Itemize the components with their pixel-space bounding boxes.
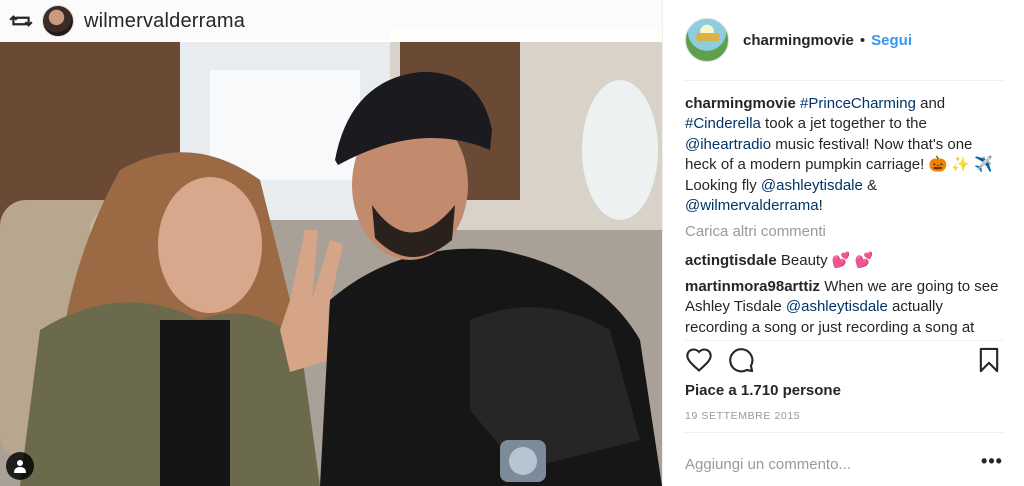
header-separator: •: [859, 31, 866, 49]
author-avatar[interactable]: [685, 18, 729, 62]
heart-icon[interactable]: [685, 346, 713, 374]
hashtag-link[interactable]: #Cinderella: [685, 115, 761, 132]
caption-text: !: [818, 197, 823, 215]
comment-author[interactable]: martinmora98arttiz: [685, 278, 820, 295]
post-date: 19 SETTEMBRE 2015: [685, 410, 801, 422]
comment-divider: [685, 432, 1003, 433]
comment-author[interactable]: actingtisdale: [685, 252, 777, 269]
post-header: charmingmovie • Segui: [685, 14, 1003, 66]
mention-link[interactable]: @wilmervalderrama: [685, 197, 819, 214]
comment-item: martinmora98arttiz When we are going to …: [685, 277, 1001, 337]
mention-link[interactable]: @iheartradio: [685, 136, 771, 153]
mention-link[interactable]: @ashleytisdale: [786, 298, 888, 315]
follow-button[interactable]: Segui: [871, 32, 912, 49]
post-caption: charmingmovie #PrinceCharming and #Cinde…: [685, 94, 1001, 216]
repost-header: wilmervalderrama: [0, 0, 662, 42]
bookmark-icon[interactable]: [975, 346, 1003, 374]
caption-text: took a jet together to the: [760, 115, 927, 133]
add-comment-input[interactable]: [685, 454, 935, 474]
caption-text: and: [915, 95, 946, 112]
post-actions: [685, 346, 1003, 374]
photo-scene: [0, 0, 662, 486]
author-username[interactable]: charmingmovie: [743, 32, 854, 49]
header-divider: [685, 80, 1003, 81]
likes-count[interactable]: Piace a 1.710 persone: [685, 382, 841, 399]
caption-author[interactable]: charmingmovie: [685, 95, 796, 112]
repost-avatar[interactable]: [42, 5, 74, 37]
mention-link[interactable]: @ashleytisdale: [761, 177, 863, 194]
repost-icon: [9, 15, 33, 27]
post-sidebar: charmingmovie • Segui charmingmovie #Pri…: [662, 0, 1024, 486]
comment-emoji: 💕 💕: [831, 252, 874, 269]
user-tag-icon[interactable]: [6, 452, 34, 480]
caption-text: &: [862, 176, 878, 194]
post-photo[interactable]: wilmervalderrama: [0, 0, 662, 486]
hashtag-link[interactable]: #PrinceCharming: [800, 95, 916, 112]
repost-username[interactable]: wilmervalderrama: [84, 10, 245, 33]
more-options-icon[interactable]: •••: [981, 452, 1003, 474]
load-more-comments[interactable]: Carica altri commenti: [685, 223, 826, 240]
comment-item: actingtisdale Beauty 💕 💕: [685, 251, 1001, 271]
actions-divider: [685, 340, 1003, 341]
comment-icon[interactable]: [727, 346, 755, 374]
comment-text: Beauty: [780, 252, 832, 269]
